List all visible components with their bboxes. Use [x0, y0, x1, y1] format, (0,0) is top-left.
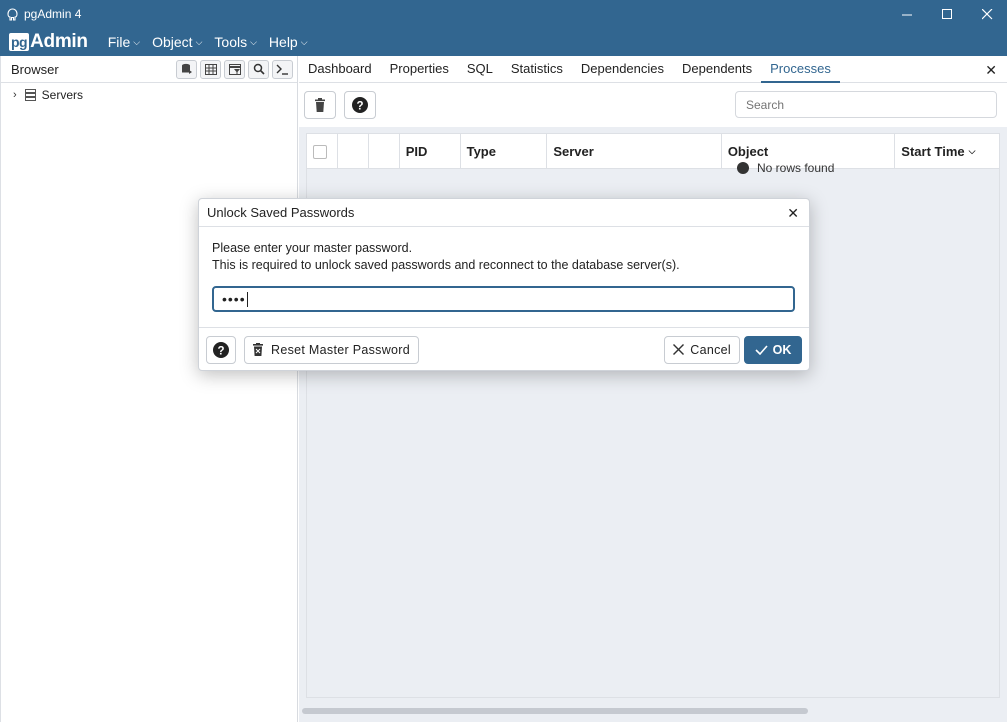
dialog-footer: ? Reset Master Password Cancel OK [199, 327, 809, 371]
master-password-input[interactable]: •••• [212, 286, 795, 312]
ok-label: OK [772, 342, 792, 357]
check-icon [755, 344, 768, 355]
dialog-help-button[interactable]: ? [206, 335, 236, 364]
question-circle-icon: ? [213, 341, 229, 358]
cancel-button[interactable]: Cancel [664, 335, 740, 364]
password-mask: •••• [222, 290, 246, 307]
dialog-title: Unlock Saved Passwords [207, 205, 355, 220]
text-cursor [246, 291, 248, 307]
ok-button[interactable]: OK [744, 335, 802, 364]
unlock-passwords-dialog: Unlock Saved Passwords ✕ Please enter yo… [198, 198, 810, 371]
dialog-message-line1: Please enter your master password. [212, 241, 413, 255]
reset-master-password-button[interactable]: Reset Master Password [244, 335, 419, 364]
close-icon [673, 344, 685, 355]
trash-icon [253, 343, 263, 356]
dialog-body: Please enter your master password. This … [199, 227, 809, 312]
dialog-message-line2: This is required to unlock saved passwor… [212, 258, 680, 272]
close-dialog-icon[interactable]: ✕ [787, 205, 799, 222]
reset-label: Reset Master Password [271, 342, 410, 357]
cancel-label: Cancel [690, 342, 731, 357]
dialog-header: Unlock Saved Passwords ✕ [199, 199, 809, 227]
svg-text:?: ? [217, 345, 224, 357]
